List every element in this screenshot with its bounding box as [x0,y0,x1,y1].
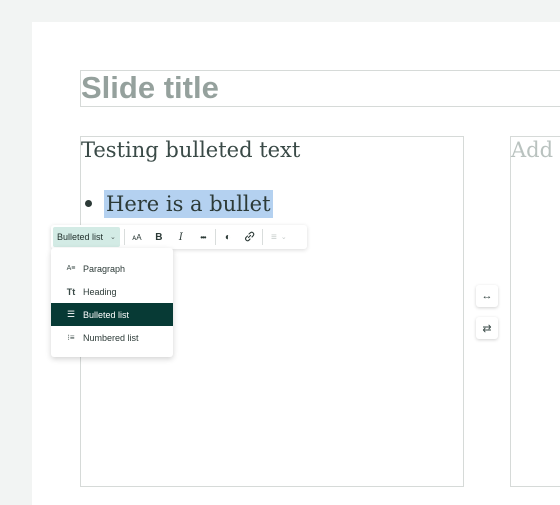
formatting-toolbar: Bulleted list ⌄ ᴀA B I ••• ◐ ≡ ⌄ [51,225,307,249]
dropdown-item-paragraph[interactable]: A≡ Paragraph [51,257,173,280]
right-text-box[interactable]: Add t [510,136,560,487]
swap-button[interactable]: ⇄ [476,317,498,339]
toolbar-divider [123,229,125,245]
resize-horizontal-button[interactable]: ↔ [476,285,498,307]
toolbar-divider [261,229,263,245]
right-placeholder[interactable]: Add t [511,138,560,162]
bullet-marker [85,200,92,207]
bold-button[interactable]: B [148,227,170,247]
link-button[interactable] [239,227,261,247]
chevron-down-icon: ⌄ [280,234,287,241]
text-size-icon: ᴀA [132,232,142,242]
bullet-item-selected[interactable]: Here is a bullet [104,190,273,218]
text-style-select-label: Bulleted list [57,232,104,242]
bulleted-list-icon: ☰ [66,309,76,319]
paragraph-icon: A≡ [66,265,76,272]
more-icon: ••• [200,232,206,242]
text-size-button[interactable]: ᴀA [126,227,148,247]
chevron-down-icon: ⌄ [110,234,116,241]
dropdown-item-numbered-list[interactable]: ⁝≡ Numbered list [51,326,173,349]
swap-icon: ⇄ [482,322,492,335]
more-button[interactable]: ••• [192,227,214,247]
text-style-dropdown: A≡ Paragraph Tt Heading ☰ Bulleted list … [51,248,173,357]
bold-icon: B [155,231,163,243]
dropdown-item-label: Paragraph [83,263,126,274]
numbered-list-icon: ⁝≡ [67,333,75,342]
align-button[interactable]: ≡ ⌄ [264,227,294,247]
dropdown-item-bulleted-list[interactable]: ☰ Bulleted list [51,303,173,326]
link-icon [244,231,255,244]
resize-horizontal-icon: ↔ [481,290,493,302]
italic-button[interactable]: I [170,227,192,247]
dropdown-item-heading[interactable]: Tt Heading [51,280,173,303]
highlight-icon: ◐ [224,231,231,243]
toolbar-divider [214,229,216,245]
align-icon: ≡ [271,231,277,243]
title-box[interactable]: Slide title [80,70,560,107]
heading-icon: Tt [66,286,76,297]
highlight-button[interactable]: ◐ [217,227,239,247]
text-style-select[interactable]: Bulleted list ⌄ [53,227,120,247]
italic-icon: I [178,231,183,243]
dropdown-item-label: Heading [83,286,117,297]
body-heading[interactable]: Testing bulleted text [81,138,300,162]
dropdown-item-label: Numbered list [83,332,139,343]
slide-title[interactable]: Slide title [81,71,219,105]
dropdown-item-label: Bulleted list [83,309,130,320]
